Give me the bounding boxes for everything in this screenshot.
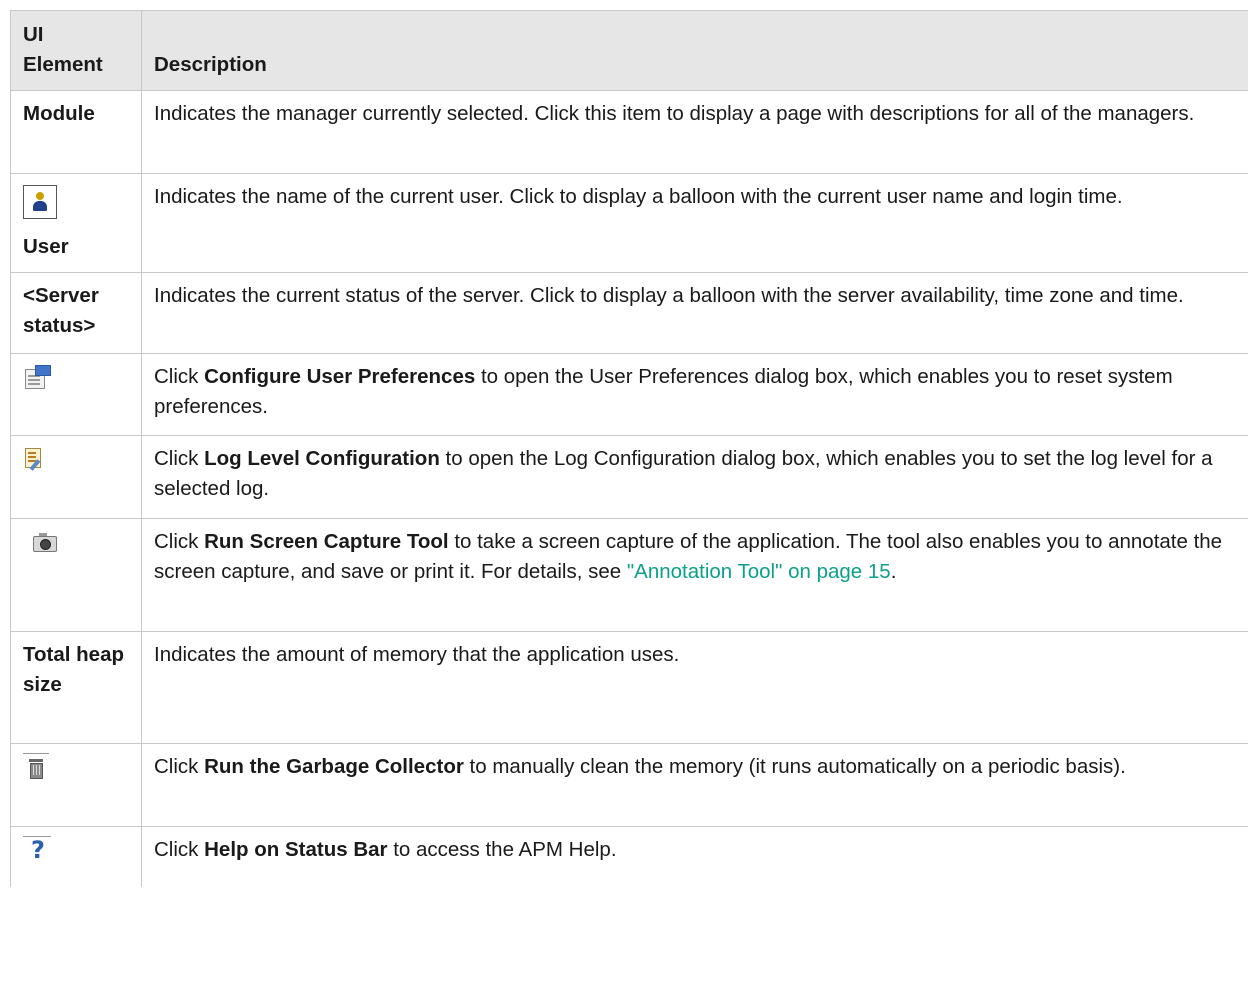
table-row: Click Run the Garbage Collector to manua… [10,743,1248,827]
description-garbage-collector: Click Run the Garbage Collector to manua… [141,743,1248,827]
element-configure-preferences [10,353,142,436]
table-row: User Indicates the name of the current u… [10,173,1248,273]
help-icon[interactable]: ? [23,836,51,864]
log-configuration-icon[interactable] [23,447,45,471]
trash-icon[interactable] [23,753,49,779]
description-screen-capture: Click Run Screen Capture Tool to take a … [141,518,1248,632]
header-ui-element: UI Element [10,10,142,91]
element-module: Module [10,90,142,174]
table-row: <Server status> Indicates the current st… [10,272,1248,354]
description-user: Indicates the name of the current user. … [141,173,1248,273]
table-row: Total heap size Indicates the amount of … [10,631,1248,744]
element-help: ? [10,826,142,887]
element-screen-capture [10,518,142,632]
element-server-status: <Server status> [10,272,142,354]
ui-elements-table: UI Element Description Module Indicates t… [10,10,1248,887]
element-user: User [10,173,142,273]
table-row: Click Configure User Preferences to open… [10,353,1248,436]
header-ui-label: UI [23,23,44,46]
table-header-row: UI Element Description [10,10,1248,91]
element-log-configuration [10,435,142,519]
element-total-heap-size: Total heap size [10,631,142,744]
description-log-configuration: Click Log Level Configuration to open th… [141,435,1248,519]
garbage-collector-name: Run the Garbage Collector [204,755,464,778]
configure-preferences-name: Configure User Preferences [204,365,476,388]
description-help: Click Help on Status Bar to access the A… [141,826,1248,887]
camera-icon[interactable] [33,532,57,552]
user-icon[interactable] [23,185,57,219]
configure-preferences-icon[interactable] [23,365,51,389]
description-module: Indicates the manager currently selected… [141,90,1248,174]
user-label: User [23,235,69,258]
description-total-heap-size: Indicates the amount of memory that the … [141,631,1248,744]
description-server-status: Indicates the current status of the serv… [141,272,1248,354]
element-garbage-collector [10,743,142,827]
table-row: ? Click Help on Status Bar to access the… [10,826,1248,887]
header-element-label: Element [23,53,103,76]
table-row: Click Log Level Configuration to open th… [10,435,1248,519]
header-description: Description [141,10,1248,91]
annotation-tool-link[interactable]: "Annotation Tool" on page 15 [627,560,891,583]
table-row: Click Run Screen Capture Tool to take a … [10,518,1248,632]
help-name: Help on Status Bar [204,838,388,861]
description-configure-preferences: Click Configure User Preferences to open… [141,353,1248,436]
table-row: Module Indicates the manager currently s… [10,90,1248,174]
log-configuration-name: Log Level Configuration [204,447,440,470]
screen-capture-name: Run Screen Capture Tool [204,530,449,553]
